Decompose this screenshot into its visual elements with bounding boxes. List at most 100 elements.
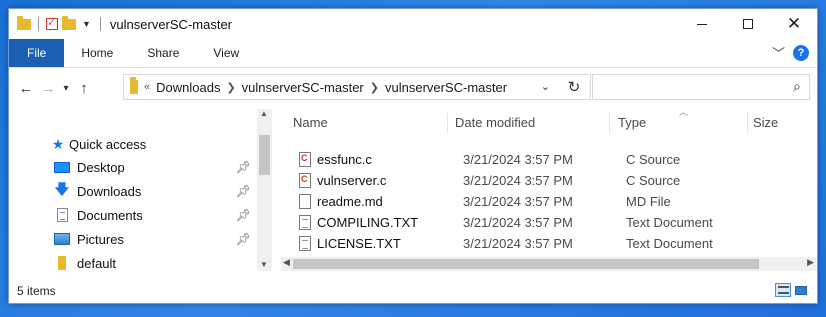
navigation-pane-scrollbar[interactable]: ▲ ▼ — [257, 109, 272, 271]
pictures-icon — [53, 231, 71, 247]
chevron-right-icon[interactable]: ❯ — [226, 81, 235, 94]
view-buttons — [775, 283, 809, 297]
overflow-icon[interactable]: « — [144, 81, 150, 93]
breadcrumb-vulnserversc-master[interactable]: vulnserverSC-master — [385, 80, 507, 95]
column-header-size[interactable]: Size — [753, 109, 778, 135]
maximize-button[interactable] — [725, 9, 771, 39]
nav-item-label: default — [77, 255, 117, 271]
file-date-modified: 3/21/2024 3:57 PM — [463, 215, 573, 230]
large-icons-view-icon — [795, 285, 807, 295]
breadcrumb-downloads[interactable]: Downloads — [156, 80, 220, 95]
item-count: 5 items — [17, 284, 56, 298]
navigation-bar: ← → ▾ ↑ « Downloads ❯ vulnserverSC-maste… — [9, 71, 817, 105]
text-file-icon — [299, 215, 311, 230]
up-button[interactable]: ↑ — [73, 80, 95, 97]
toolbar-divider — [99, 17, 101, 31]
scrollbar-thumb[interactable] — [259, 135, 270, 175]
expand-ribbon-chevron-icon[interactable]: ﹀ — [772, 43, 785, 62]
file-name: COMPILING.TXT — [317, 215, 419, 230]
file-list-horizontal-scrollbar[interactable]: ◀ ▶ — [281, 257, 817, 271]
file-type: MD File — [626, 194, 671, 209]
file-type: Text Document — [626, 236, 713, 251]
customize-toolbar-dropdown-icon[interactable]: ▼ — [82, 19, 91, 29]
file-list: Name Date modified ︿ Type Size essfunc.c… — [281, 107, 817, 271]
file-explorer-window: ▼ vulnserverSC-master ✕ File Home Share … — [8, 8, 818, 304]
scroll-up-icon[interactable]: ▲ — [260, 109, 268, 118]
navigation-pane: ★ Quick access Desktop 📌︎ 🡇 Downloads 📌︎… — [9, 109, 273, 271]
scroll-left-icon[interactable]: ◀ — [283, 257, 290, 268]
nav-item-default[interactable]: default — [53, 252, 257, 274]
pin-icon[interactable]: 📌︎ — [236, 208, 251, 222]
help-icon[interactable]: ? — [793, 44, 809, 61]
table-row[interactable]: essfunc.c 3/21/2024 3:57 PM C Source — [281, 149, 817, 170]
column-divider[interactable] — [747, 113, 748, 133]
nav-item-label: Quick access — [69, 136, 147, 152]
breadcrumb-vulnserversc-master-parent[interactable]: vulnserverSC-master — [242, 80, 364, 95]
refresh-icon: ↻ — [567, 79, 581, 96]
column-divider[interactable] — [609, 113, 610, 133]
nav-item-downloads[interactable]: 🡇 Downloads 📌︎ — [53, 180, 257, 202]
forward-button[interactable]: → — [37, 80, 59, 97]
large-icons-view-button[interactable] — [793, 283, 809, 297]
table-row[interactable]: readme.md 3/21/2024 3:57 PM MD File — [281, 191, 817, 212]
column-header-date-modified[interactable]: Date modified — [455, 109, 535, 135]
nav-item-label: Pictures — [77, 231, 124, 247]
quick-access-toolbar: ▼ vulnserverSC-master — [17, 9, 232, 39]
chevron-right-icon[interactable]: ❯ — [370, 81, 379, 94]
tab-home[interactable]: Home — [64, 39, 130, 67]
column-header-name[interactable]: Name — [293, 109, 328, 135]
details-view-icon — [777, 286, 789, 294]
minimize-icon — [697, 23, 707, 25]
nav-item-desktop[interactable]: Desktop 📌︎ — [53, 156, 257, 178]
pin-icon[interactable]: 📌︎ — [236, 184, 251, 198]
window-title: vulnserverSC-master — [109, 16, 233, 32]
blank-file-icon — [299, 194, 311, 209]
tab-share[interactable]: Share — [130, 39, 196, 67]
file-date-modified: 3/21/2024 3:57 PM — [463, 194, 573, 209]
refresh-button[interactable]: ↻ — [557, 74, 591, 100]
title-bar[interactable]: ▼ vulnserverSC-master ✕ — [9, 9, 817, 39]
column-header-type[interactable]: Type — [618, 109, 646, 135]
back-button[interactable]: ← — [15, 80, 37, 97]
details-view-button[interactable] — [775, 283, 791, 297]
address-bar[interactable]: « Downloads ❯ vulnserverSC-master ❯ vuln… — [123, 74, 591, 100]
close-icon: ✕ — [786, 14, 802, 34]
table-row[interactable]: vulnserver.c 3/21/2024 3:57 PM C Source — [281, 170, 817, 191]
sort-ascending-icon: ︿ — [679, 107, 689, 117]
table-row[interactable]: LICENSE.TXT 3/21/2024 3:57 PM Text Docum… — [281, 233, 817, 254]
tab-view[interactable]: View — [196, 39, 256, 67]
desktop-icon — [53, 159, 71, 175]
file-name: LICENSE.TXT — [317, 236, 401, 251]
nav-item-label: Desktop — [77, 159, 125, 175]
file-date-modified: 3/21/2024 3:57 PM — [463, 236, 573, 251]
tab-file[interactable]: File — [9, 39, 65, 67]
nav-item-quick-access[interactable]: ★ Quick access — [49, 133, 249, 155]
ribbon-right-controls: ﹀ ? — [772, 43, 809, 62]
nav-item-pictures[interactable]: Pictures 📌︎ — [53, 228, 257, 250]
file-type: C Source — [626, 152, 681, 167]
address-dropdown-icon[interactable]: ⌄ — [541, 80, 550, 93]
search-input[interactable]: ⌕ — [592, 74, 810, 100]
scrollbar-thumb[interactable] — [293, 259, 759, 269]
c-source-file-icon — [299, 173, 311, 188]
new-folder-icon[interactable] — [62, 15, 76, 30]
close-button[interactable]: ✕ — [771, 9, 817, 39]
folder-icon — [17, 15, 31, 30]
nav-item-label: Documents — [77, 207, 143, 223]
table-row[interactable]: COMPILING.TXT 3/21/2024 3:57 PM Text Doc… — [281, 212, 817, 233]
column-divider[interactable] — [447, 113, 448, 133]
minimize-button[interactable] — [679, 9, 725, 39]
c-source-file-icon — [299, 152, 311, 167]
star-icon: ★ — [51, 135, 65, 152]
pin-icon[interactable]: 📌︎ — [236, 232, 251, 246]
scroll-right-icon[interactable]: ▶ — [807, 257, 814, 268]
nav-item-label: Downloads — [77, 183, 142, 199]
properties-icon[interactable] — [46, 16, 58, 30]
ribbon-tabs: File Home Share View ﹀ ? — [9, 39, 817, 68]
pin-icon[interactable]: 📌︎ — [236, 160, 251, 174]
folder-icon — [130, 77, 138, 94]
text-file-icon — [299, 236, 311, 251]
scroll-down-icon[interactable]: ▼ — [260, 260, 268, 269]
recent-locations-chevron-icon[interactable]: ▾ — [59, 83, 73, 94]
nav-item-documents[interactable]: Documents 📌︎ — [53, 204, 257, 226]
